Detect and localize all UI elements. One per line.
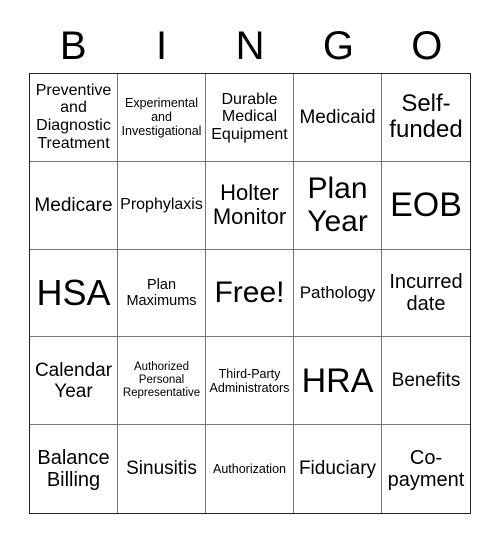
bingo-card-grid: Preventive and Diagnostic Treatment Expe… [29, 73, 471, 514]
header-letter-b: B [59, 24, 87, 68]
bingo-cell[interactable]: Incurred date [382, 250, 470, 338]
bingo-cell[interactable]: Benefits [382, 337, 470, 426]
bingo-cell[interactable]: Plan Maximums [118, 249, 206, 338]
bingo-cell[interactable]: Experimental and Investigational [118, 74, 206, 162]
bingo-cell[interactable]: Self-funded [382, 74, 470, 162]
header-letter-n: N [235, 24, 265, 68]
header-letter-i: I [156, 24, 168, 68]
bingo-cell[interactable]: Calendar Year [30, 337, 118, 426]
bingo-cell[interactable]: Medicaid [294, 74, 382, 162]
bingo-cell[interactable]: HRA [294, 337, 382, 426]
bingo-cell[interactable]: Authorization [206, 425, 294, 513]
bingo-cell[interactable]: Prophylaxis [118, 161, 206, 250]
bingo-cell[interactable]: Authorized Personal Representative [118, 337, 206, 426]
bingo-cell[interactable]: EOB [382, 162, 470, 250]
bingo-cell[interactable]: Co-payment [382, 425, 470, 513]
bingo-cell[interactable]: Balance Billing [30, 425, 118, 513]
bingo-cell-free-space[interactable]: Free! [206, 249, 294, 338]
header-letter-o: O [411, 24, 443, 68]
bingo-cell[interactable]: Fiduciary [294, 425, 382, 513]
bingo-cell[interactable]: Preventive and Diagnostic Treatment [30, 74, 118, 162]
bingo-cell[interactable]: HSA [30, 249, 118, 338]
bingo-cell[interactable]: Holter Monitor [206, 161, 294, 250]
bingo-cell[interactable]: Third-Party Administrators [206, 337, 294, 426]
bingo-cell[interactable]: Sinusitis [118, 425, 206, 513]
bingo-cell[interactable]: Plan Year [294, 161, 382, 250]
bingo-cell[interactable]: Pathology [294, 249, 382, 338]
bingo-cell[interactable]: Medicare [30, 161, 118, 250]
header-letter-g: G [322, 24, 354, 68]
bingo-header: B I N G O [29, 20, 471, 72]
bingo-cell[interactable]: Durable Medical Equipment [206, 74, 294, 162]
